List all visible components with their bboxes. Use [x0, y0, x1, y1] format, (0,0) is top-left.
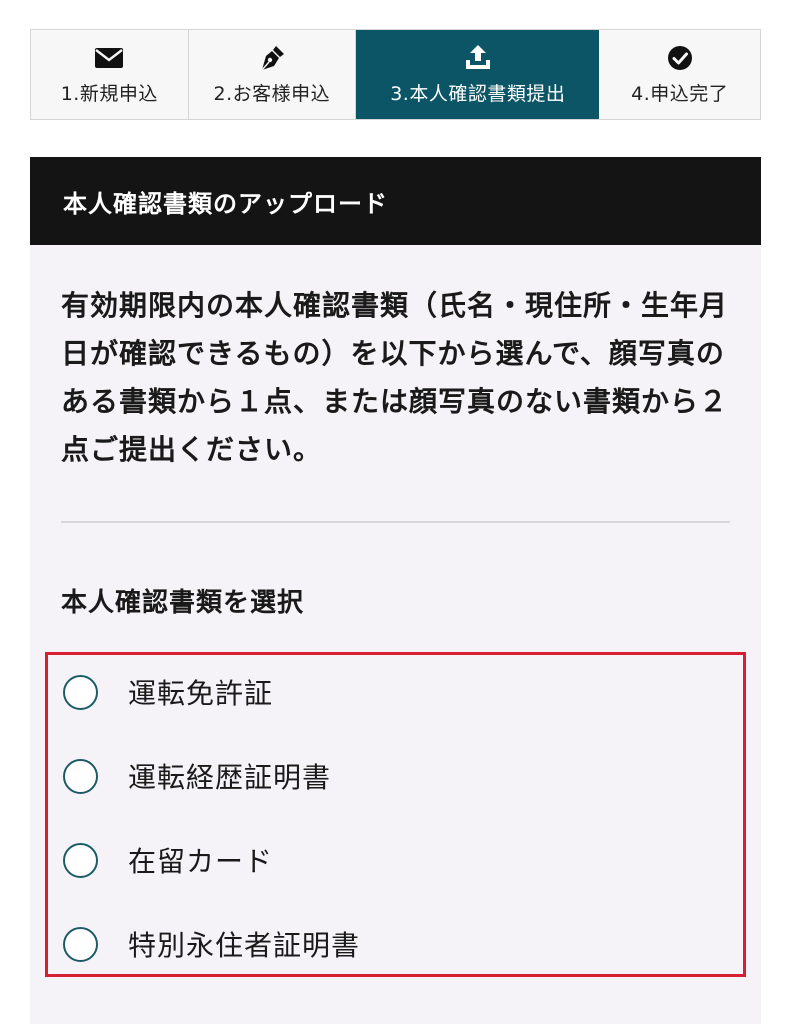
upload-card: 本人確認書類のアップロード 有効期限内の本人確認書類（氏名・現住所・生年月日が確…: [30, 157, 761, 1024]
check-circle-icon: [665, 43, 695, 73]
option-label: 運転免許証: [128, 677, 274, 710]
divider: [61, 521, 730, 523]
step-label: 3.本人確認書類提出: [390, 83, 566, 105]
option-label: 在留カード: [128, 845, 274, 878]
step-label: 2.お客様申込: [213, 83, 331, 105]
radio-button[interactable]: [63, 842, 98, 878]
instructions-text: 有効期限内の本人確認書類（氏名・現住所・生年月日が確認できるもの）を以下から選ん…: [61, 289, 729, 466]
card-header: 本人確認書類のアップロード: [30, 157, 761, 245]
radio-button[interactable]: [63, 926, 98, 962]
section-title: 本人確認書類を選択: [61, 588, 305, 618]
step-label: 1.新規申込: [60, 83, 158, 105]
radio-button[interactable]: [63, 758, 98, 794]
option-drivers-license[interactable]: 運転免許証: [48, 662, 743, 722]
option-label: 特別永住者証明書: [128, 929, 361, 962]
step-new-application[interactable]: 1.新規申込: [31, 30, 189, 119]
pen-icon: [257, 43, 287, 73]
progress-stepper: 1.新規申込 2.お客様申込 3.本人確認書類提出 4.申込完了: [30, 29, 761, 120]
step-customer-application[interactable]: 2.お客様申込: [189, 30, 357, 119]
id-document-options: 運転免許証 運転経歴証明書 在留カード 特別永住者証明書: [45, 652, 746, 977]
step-label: 4.申込完了: [631, 83, 729, 105]
page: 1.新規申込 2.お客様申込 3.本人確認書類提出 4.申込完了 本人確認書類の…: [0, 0, 791, 1024]
envelope-icon: [94, 43, 124, 73]
option-special-permanent-resident-certificate[interactable]: 特別永住者証明書: [48, 914, 743, 974]
upload-icon: [463, 43, 493, 73]
radio-button[interactable]: [63, 674, 98, 710]
option-residence-card[interactable]: 在留カード: [48, 830, 743, 890]
option-label: 運転経歴証明書: [128, 761, 332, 794]
option-driving-history-certificate[interactable]: 運転経歴証明書: [48, 746, 743, 806]
step-complete[interactable]: 4.申込完了: [599, 30, 760, 119]
step-id-document-submission[interactable]: 3.本人確認書類提出: [356, 30, 600, 119]
